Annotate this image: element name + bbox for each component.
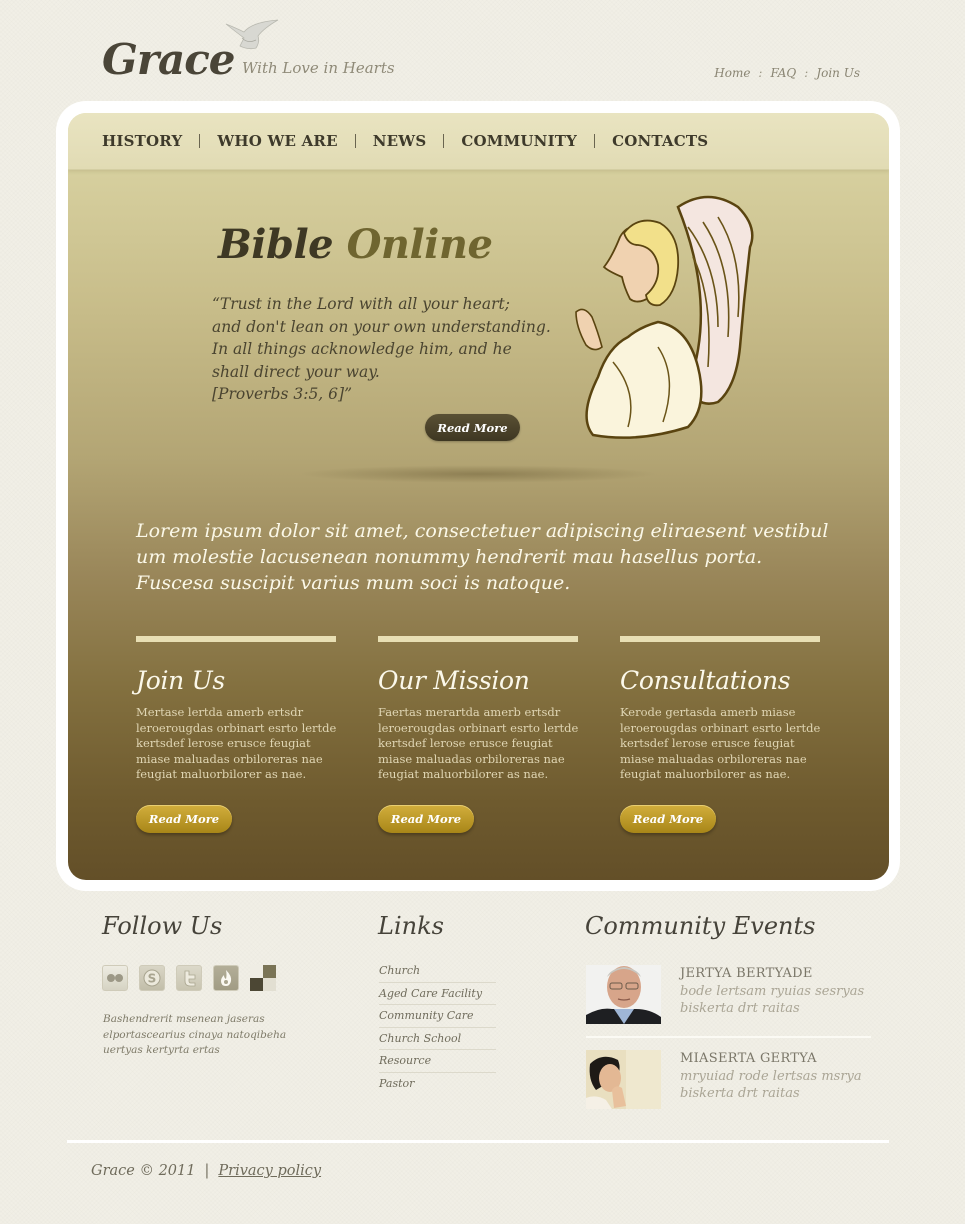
links-title: Links: [378, 912, 444, 940]
column-title: Our Mission: [378, 666, 530, 695]
column-title: Consultations: [620, 666, 791, 695]
hero-title-part1: Bible: [218, 221, 334, 268]
link-resource[interactable]: Resource: [379, 1054, 431, 1067]
nav-item-community[interactable]: COMMUNITY: [461, 132, 577, 150]
lead-paragraph: Lorem ipsum dolor sit amet, consectetuer…: [136, 520, 829, 594]
link-pastor[interactable]: Pastor: [379, 1077, 414, 1090]
angel-illustration-icon: [575, 195, 754, 439]
nav-item-news[interactable]: NEWS: [373, 132, 427, 150]
site-tagline: With Love in Hearts: [242, 59, 395, 77]
event-item: JERTYA BERTYADE bode lertsam ryuias sesr…: [586, 965, 871, 1025]
list-item: Community Care: [379, 1005, 496, 1028]
flickr-icon[interactable]: [102, 965, 128, 991]
nav-item-who-we-are[interactable]: WHO WE ARE: [217, 132, 337, 150]
copyright-text: Grace © 2011: [91, 1163, 196, 1179]
quote-reference: [Proverbs 3:5, 6]”: [212, 385, 352, 404]
event-description: bode lertsam ryuias sesryas biskerta drt…: [680, 984, 865, 1016]
community-events-title: Community Events: [585, 912, 816, 940]
link-community-care[interactable]: Community Care: [379, 1009, 473, 1022]
follow-us-text: Bashendrerit msenean jaseras elportascea…: [103, 1013, 287, 1056]
list-item: Church School: [379, 1028, 496, 1050]
links-list: Church Aged Care Facility Community Care…: [379, 960, 496, 1095]
follow-us-title: Follow Us: [102, 912, 223, 940]
nav-item-history[interactable]: HISTORY: [102, 132, 182, 150]
list-item: Aged Care Facility: [379, 983, 496, 1005]
link-aged-care-facility[interactable]: Aged Care Facility: [379, 987, 482, 1000]
column-divider-bar: [378, 636, 578, 642]
skype-icon[interactable]: S: [139, 965, 165, 991]
hero-title-part2: Online: [346, 221, 493, 268]
link-church-school[interactable]: Church School: [379, 1032, 461, 1045]
separator: :: [804, 66, 809, 80]
column-title: Join Us: [136, 666, 225, 695]
site-logo[interactable]: Grace: [102, 35, 236, 84]
column-divider-bar: [620, 636, 820, 642]
nav-separator: [594, 134, 596, 148]
event-photo-man[interactable]: [586, 965, 661, 1024]
top-link-join-us[interactable]: Join Us: [816, 66, 860, 80]
event-divider: [586, 1036, 871, 1038]
dove-icon: [225, 19, 279, 50]
column-text: Kerode gertasda amerb miase leroerougdas…: [620, 705, 821, 782]
column-text: Mertase lertda amerb ertsdr leroerougdas…: [136, 705, 337, 782]
footer-separator: |: [204, 1163, 210, 1179]
footer-divider: [67, 1140, 889, 1143]
privacy-policy-link[interactable]: Privacy policy: [218, 1163, 321, 1179]
column-join-us: Join Us Mertase lertda amerb ertsdr lero…: [136, 636, 336, 783]
our-mission-read-more-button[interactable]: Read More: [378, 805, 474, 833]
nav-item-contacts[interactable]: CONTACTS: [612, 132, 708, 150]
flame-icon[interactable]: [213, 965, 239, 991]
separator: :: [758, 66, 763, 80]
svg-text:S: S: [148, 972, 157, 986]
twitter-icon[interactable]: [176, 965, 202, 991]
nav-separator: [443, 134, 445, 148]
quote-line: shall direct your way.: [212, 362, 380, 381]
nav-separator: [199, 134, 201, 148]
event-name[interactable]: MIASERTA GERTYA: [680, 1051, 817, 1066]
hero-read-more-button[interactable]: Read More: [425, 414, 520, 441]
list-item: Church: [379, 960, 496, 983]
hero-quote: “Trust in the Lord with all your heart; …: [212, 293, 572, 406]
consultations-read-more-button[interactable]: Read More: [620, 805, 716, 833]
hero-title: Bible Online: [218, 221, 493, 268]
event-item: MIASERTA GERTYA mryuiad rode lertsas msr…: [586, 1050, 871, 1110]
hero-shadow: [298, 465, 658, 483]
footer: Grace © 2011 | Privacy policy: [91, 1163, 321, 1179]
quote-line: “Trust in the Lord with all your heart;: [212, 295, 510, 313]
column-our-mission: Our Mission Faertas merartda amerb ertsd…: [378, 636, 578, 783]
top-link-faq[interactable]: FAQ: [770, 66, 796, 80]
column-consultations: Consultations Kerode gertasda amerb mias…: [620, 636, 820, 783]
top-links: Home : FAQ : Join Us: [714, 66, 860, 80]
delicious-icon[interactable]: [250, 965, 276, 991]
quote-line: and don't lean on your own understanding…: [212, 317, 551, 336]
event-description: mryuiad rode lertsas msrya biskerta drt …: [680, 1069, 862, 1101]
event-photo-woman[interactable]: [586, 1050, 661, 1109]
event-name[interactable]: JERTYA BERTYADE: [680, 966, 813, 981]
main-nav: HISTORY WHO WE ARE NEWS COMMUNITY CONTAC…: [68, 113, 889, 170]
join-us-read-more-button[interactable]: Read More: [136, 805, 232, 833]
column-divider-bar: [136, 636, 336, 642]
quote-line: In all things acknowledge him, and he: [212, 340, 512, 359]
nav-separator: [354, 134, 356, 148]
list-item: Pastor: [379, 1073, 496, 1096]
top-link-home[interactable]: Home: [714, 66, 750, 80]
column-text: Faertas merartda amerb ertsdr leroerougd…: [378, 705, 579, 782]
main-panel: HISTORY WHO WE ARE NEWS COMMUNITY CONTAC…: [68, 113, 889, 880]
link-church[interactable]: Church: [379, 964, 420, 977]
list-item: Resource: [379, 1050, 496, 1073]
social-icons: S: [102, 965, 276, 991]
